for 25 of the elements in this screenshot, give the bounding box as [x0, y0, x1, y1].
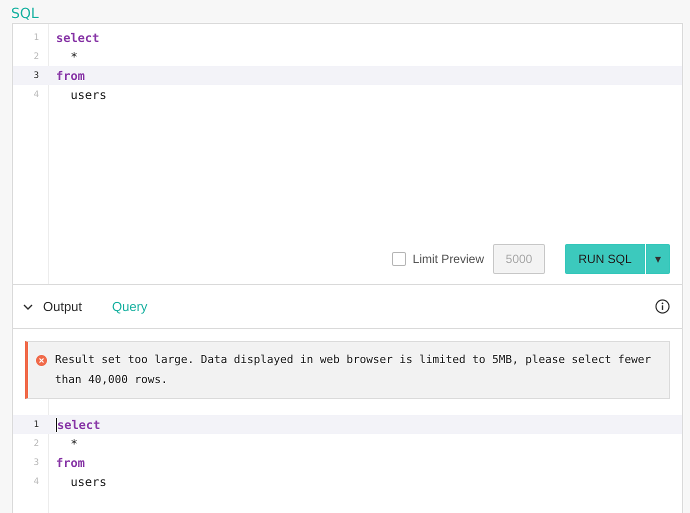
- sql-text: *: [69, 436, 78, 450]
- dropdown-button[interactable]: ▾: [646, 244, 670, 274]
- line-number: 1: [32, 32, 39, 42]
- chevron-icon: [23, 304, 33, 310]
- sql-text: users: [69, 88, 107, 102]
- sql-keyword: select: [56, 30, 100, 44]
- line-number: 1: [32, 420, 39, 430]
- sql-keyword: from: [56, 456, 85, 470]
- info-icon[interactable]: [655, 299, 670, 314]
- line-number: 2: [32, 52, 39, 62]
- checkbox-label: Limit Preview: [412, 252, 484, 266]
- sql-text: users: [69, 474, 107, 488]
- line-number: 4: [32, 90, 39, 100]
- line-number: 2: [32, 438, 39, 448]
- line-number: 3: [32, 70, 39, 80]
- run-sql-button[interactable]: RUN SQL: [565, 244, 645, 274]
- error-message: Result set too large. Data displayed in web browser is limited to 5MB, please select fewer than 40,000 rows.: [55, 352, 652, 388]
- sql-text: *: [69, 50, 78, 64]
- output-tab[interactable]: Output: [23, 299, 82, 314]
- sql-keyword: from: [56, 68, 85, 82]
- line-number: 3: [32, 458, 39, 468]
- sql-keyword: select: [56, 418, 100, 432]
- section-title: SQL: [10, 5, 40, 23]
- line-number: 4: [32, 476, 39, 486]
- error-icon: [36, 355, 47, 366]
